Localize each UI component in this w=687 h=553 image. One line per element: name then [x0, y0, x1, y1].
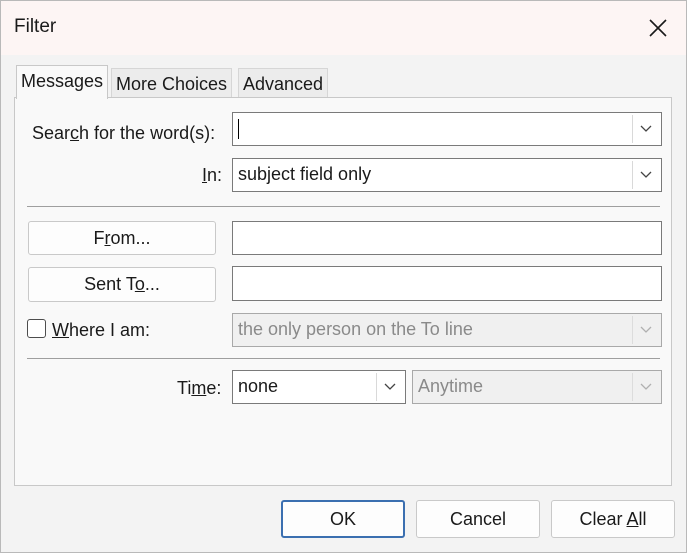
- time-range-dropdown-button[interactable]: [632, 373, 659, 401]
- tab-more-choices[interactable]: More Choices: [111, 68, 233, 98]
- dialog-title: Filter: [14, 16, 57, 37]
- separator-bottom: [27, 358, 660, 359]
- chevron-down-icon: [640, 125, 652, 132]
- separator-top: [27, 206, 660, 207]
- time-value: none: [238, 376, 279, 396]
- chevron-down-icon: [384, 383, 396, 390]
- where-i-am-label: Where I am:: [52, 320, 151, 340]
- sent-to-button[interactable]: Sent To...: [28, 267, 216, 302]
- cancel-button[interactable]: Cancel: [416, 500, 540, 538]
- filter-dialog: Filter Messages More Choices Advanced Se…: [0, 0, 687, 553]
- search-words-label: Search for the word(s):: [32, 123, 216, 143]
- close-button[interactable]: [641, 11, 675, 45]
- search-words-combo[interactable]: [232, 112, 662, 146]
- time-range-value: Anytime: [418, 376, 484, 396]
- where-i-am-dropdown-button[interactable]: [632, 316, 659, 344]
- in-field-value: subject field only: [238, 164, 372, 184]
- text-cursor: [238, 119, 239, 139]
- where-i-am-checkbox[interactable]: [27, 319, 46, 338]
- title-bar: Filter: [1, 1, 686, 55]
- sent-to-field[interactable]: [232, 266, 662, 301]
- ok-button[interactable]: OK: [281, 500, 405, 538]
- search-words-dropdown-button[interactable]: [632, 115, 659, 143]
- from-field[interactable]: [232, 221, 662, 255]
- where-i-am-value: the only person on the To line: [238, 319, 473, 339]
- where-i-am-combo[interactable]: the only person on the To line: [232, 313, 662, 347]
- time-dropdown-button[interactable]: [376, 373, 403, 401]
- in-label: In:: [202, 165, 223, 185]
- clear-all-button[interactable]: Clear All: [551, 500, 675, 538]
- close-icon: [649, 19, 667, 37]
- from-button[interactable]: From...: [28, 221, 216, 255]
- chevron-down-icon: [640, 171, 652, 178]
- chevron-down-icon: [640, 383, 652, 390]
- chevron-down-icon: [640, 326, 652, 333]
- tab-advanced[interactable]: Advanced: [238, 68, 329, 98]
- time-label: Time:: [177, 378, 222, 398]
- time-combo[interactable]: none: [232, 370, 406, 404]
- in-field-dropdown-button[interactable]: [632, 161, 659, 189]
- in-field-combo[interactable]: subject field only: [232, 158, 662, 192]
- tab-messages[interactable]: Messages: [16, 65, 109, 99]
- messages-tab-panel: Search for the word(s): In: subject fiel…: [14, 97, 672, 486]
- time-range-combo[interactable]: Anytime: [412, 370, 662, 404]
